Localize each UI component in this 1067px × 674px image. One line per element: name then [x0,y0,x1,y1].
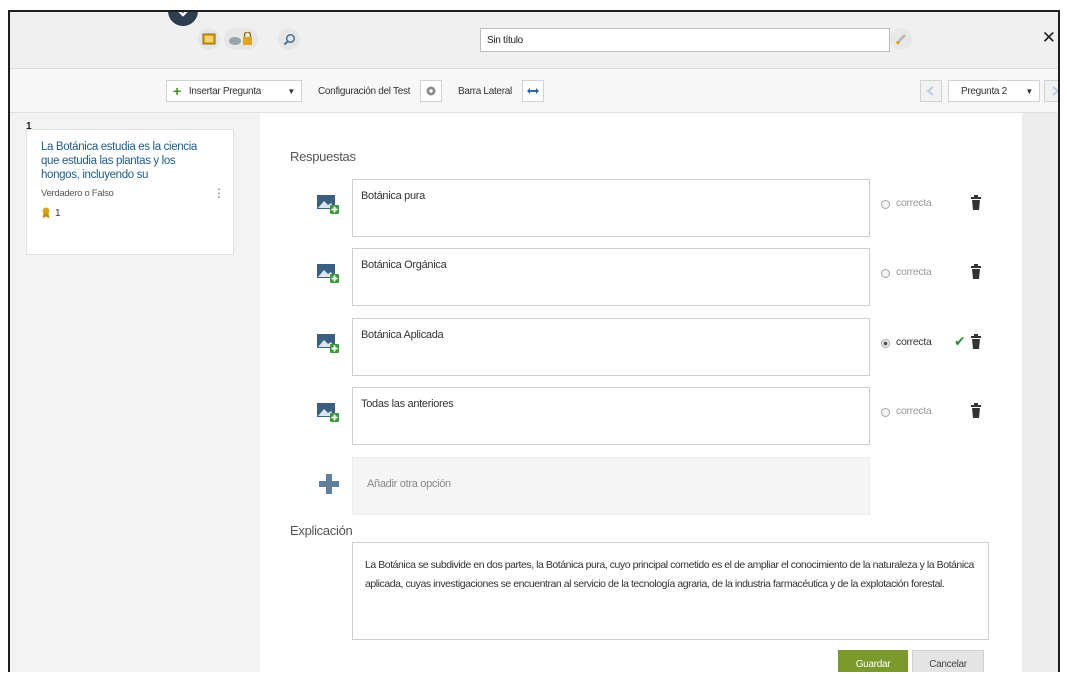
insert-question-label: Insertar Pregunta [188,85,262,97]
add-image-icon[interactable] [316,401,340,423]
add-option-button[interactable]: Añadir otra opción [352,457,870,515]
insert-question-dropdown[interactable]: + Insertar Pregunta ▼ [166,80,302,102]
add-image-icon[interactable] [316,332,340,354]
question-preview-text[interactable]: La Botánica estudia es la ciencia que es… [41,140,211,182]
correct-radio[interactable] [881,269,890,278]
correct-label: correcta [896,266,932,278]
correct-radio-selected[interactable] [881,339,890,348]
question-type: Verdadero o Falso [41,188,114,199]
sidebar-toggle-label: Barra Lateral [458,85,512,97]
right-gutter [1022,113,1058,672]
points-value: 1 [55,207,61,219]
award-icon [42,207,50,219]
explanation-text-field[interactable]: La Botánica se subdivide en dos partes, … [352,542,989,640]
caret-down-icon: ▼ [287,86,295,96]
correct-label: correcta [896,336,932,348]
checkmark-icon: ✔ [954,333,966,349]
next-question-icon[interactable] [1044,80,1058,102]
question-card[interactable]: La Botánica estudia es la ciencia que es… [26,129,234,255]
explanation-heading: Explicación [290,523,353,538]
app-window: ✕ + Insertar Pregunta ▼ Configuración de… [8,10,1060,672]
plus-icon[interactable] [318,473,340,495]
plus-icon: + [173,83,181,99]
resize-arrows-icon[interactable] [522,80,544,102]
brush-icon[interactable] [890,28,912,50]
trash-icon[interactable] [970,403,982,419]
answers-heading: Respuestas [290,149,356,164]
answer-row: Todas las anteriores correcta [260,387,1022,447]
more-options-icon[interactable]: ⋮ [213,186,225,200]
add-image-icon[interactable] [316,193,340,215]
question-selector-label: Pregunta 2 [961,85,1007,97]
answer-row: Botánica Aplicada correcta ✔ [260,318,1022,378]
answer-row: Botánica pura correcta [260,179,1022,239]
trash-icon[interactable] [970,195,982,211]
test-config-label: Configuración del Test [318,85,411,97]
answer-text-field[interactable]: Botánica Aplicada [352,318,870,376]
correct-radio[interactable] [881,200,890,209]
trash-icon[interactable] [970,264,982,280]
cloud-lock-icon[interactable] [224,28,258,50]
answer-text-field[interactable]: Botánica Orgánica [352,248,870,306]
answer-text-field[interactable]: Botánica pura [352,179,870,237]
correct-label: correcta [896,405,932,417]
magnifier-icon[interactable] [278,28,300,50]
save-button[interactable]: Guardar [838,650,908,672]
prev-question-icon[interactable] [920,80,942,102]
trash-icon[interactable] [970,334,982,350]
answer-row: Botánica Orgánica correcta [260,248,1022,308]
question-selector-dropdown[interactable]: Pregunta 2 ▼ [948,80,1040,102]
chevron-down-icon[interactable] [168,12,198,26]
correct-label: correcta [896,197,932,209]
editor-toolbar: + Insertar Pregunta ▼ Configuración del … [10,69,1058,113]
add-image-icon[interactable] [316,262,340,284]
caret-down-icon: ▼ [1025,86,1033,96]
cancel-button[interactable]: Cancelar [912,650,984,672]
question-points: 1 [41,207,219,219]
correct-radio[interactable] [881,408,890,417]
add-option-row: Añadir otra opción [260,457,1022,517]
book-icon[interactable] [198,28,220,50]
test-title-input[interactable] [480,28,890,52]
question-editor: Respuestas Botánica pura correcta Botáni… [260,113,1022,672]
close-icon[interactable]: ✕ [1042,28,1056,48]
gear-icon[interactable] [420,80,442,102]
question-sidebar: 1 La Botánica estudia es la ciencia que … [10,113,250,672]
answer-text-field[interactable]: Todas las anteriores [352,387,870,445]
top-bar: ✕ [10,12,1058,69]
